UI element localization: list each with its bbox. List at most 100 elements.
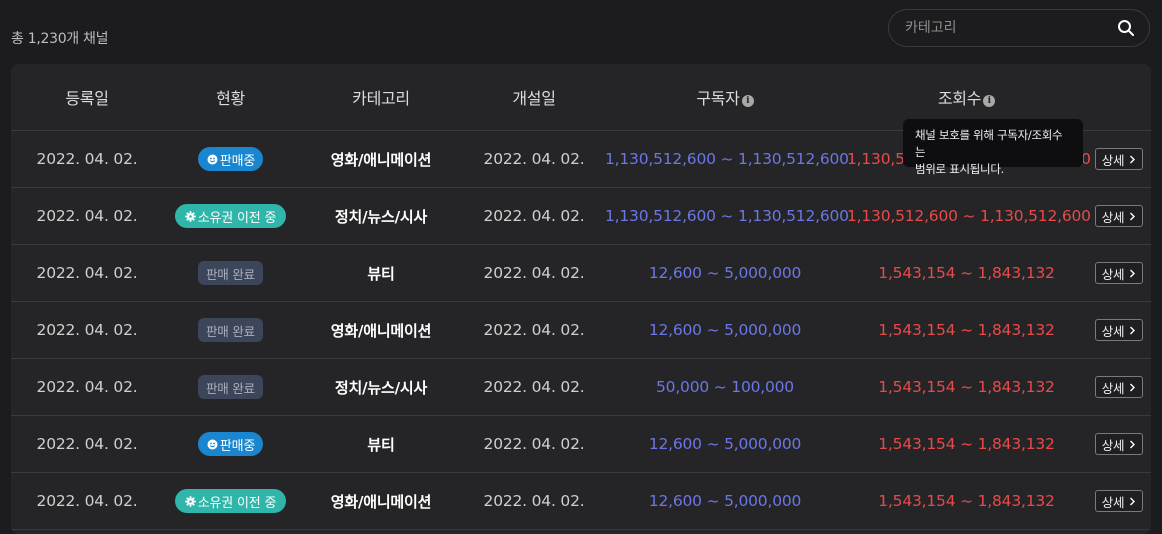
status-badge: 판매중: [197, 147, 264, 171]
chevron-right-icon: [1129, 326, 1136, 335]
status-badge: 소유권 이전 중: [174, 204, 287, 228]
action-cell: 상세: [1087, 301, 1151, 359]
smile-icon: [207, 154, 218, 165]
category-search: [888, 9, 1150, 47]
chevron-right-icon: [1129, 269, 1136, 278]
registered-date: 2022. 04. 02.: [11, 358, 163, 416]
header-registered: 등록일: [11, 64, 163, 131]
status-badge: 판매 완료: [198, 261, 263, 285]
status-cell: 소유권 이전 중: [163, 187, 298, 245]
action-cell: 상세: [1087, 415, 1151, 473]
view-range: 1,543,154 ~ 1,843,132: [846, 358, 1087, 416]
range-info-tooltip: 채널 보호를 위해 구독자/조회수는 범위로 표시됩니다.: [903, 119, 1083, 176]
search-icon[interactable]: [1117, 19, 1135, 37]
chevron-right-icon: [1129, 155, 1136, 164]
detail-label: 상세: [1101, 152, 1125, 168]
info-icon[interactable]: i: [983, 95, 996, 107]
detail-button[interactable]: 상세: [1094, 319, 1144, 341]
gear-icon: [185, 210, 196, 222]
detail-label: 상세: [1101, 209, 1125, 225]
tooltip-line-2: 범위로 표시됩니다.: [915, 162, 1004, 176]
action-cell: 상세: [1087, 358, 1151, 416]
detail-button[interactable]: 상세: [1094, 376, 1144, 398]
status-label: 판매 완료: [206, 380, 255, 396]
opened-date: 2022. 04. 02.: [464, 187, 604, 245]
detail-label: 상세: [1101, 380, 1125, 396]
status-label: 소유권 이전 중: [197, 210, 277, 226]
channel-count: 총 1,230개 채널: [11, 31, 109, 47]
detail-label: 상세: [1101, 323, 1125, 339]
status-label: 판매 완료: [206, 323, 255, 339]
chevron-right-icon: [1129, 497, 1136, 506]
opened-date: 2022. 04. 02.: [464, 358, 604, 416]
view-range: 1,543,154 ~ 1,843,132: [846, 244, 1087, 302]
detail-button[interactable]: 상세: [1094, 433, 1144, 455]
status-badge: 판매 완료: [198, 375, 263, 399]
view-range: 1,130,512,600 ~ 1,130,512,600: [846, 187, 1091, 245]
subscriber-range: 1,130,512,600 ~ 1,130,512,600: [604, 130, 849, 188]
status-label: 판매 완료: [206, 266, 255, 282]
subscriber-range: 1,130,512,600 ~ 1,130,512,600: [604, 187, 849, 245]
registered-date: 2022. 04. 02.: [11, 301, 163, 359]
tooltip-line-1: 채널 보호를 위해 구독자/조회수는: [915, 128, 1063, 159]
header-subscribers: 구독자 i: [604, 64, 846, 131]
table-row: 2022. 04. 02. 판매 완료 정치/뉴스/시사 2022. 04. 02. 5…: [11, 358, 1151, 416]
detail-button[interactable]: 상세: [1094, 490, 1144, 512]
chevron-right-icon: [1129, 212, 1136, 221]
header-status: 현황: [163, 64, 298, 131]
detail-label: 상세: [1101, 494, 1125, 510]
action-cell: 상세: [1087, 187, 1151, 245]
opened-date: 2022. 04. 02.: [464, 301, 604, 359]
detail-label: 상세: [1101, 266, 1125, 282]
table-row: 2022. 04. 02. 판매중 뷰티 2022. 04. 02. 12,600 ~ …: [11, 415, 1151, 473]
status-cell: 판매중: [163, 415, 298, 473]
category-cell: 영화/애니메이션: [298, 130, 464, 188]
header-action: [1087, 64, 1151, 131]
view-range: 1,543,154 ~ 1,843,132: [846, 415, 1087, 473]
category-cell: 뷰티: [298, 244, 464, 302]
registered-date: 2022. 04. 02.: [11, 244, 163, 302]
table-row: 2022. 04. 02. 소유권 이전 중 정치/뉴스/시사 2022. 04. 0…: [11, 187, 1151, 245]
subscriber-range: 50,000 ~ 100,000: [604, 358, 846, 416]
registered-date: 2022. 04. 02.: [11, 187, 163, 245]
category-cell: 정치/뉴스/시사: [298, 358, 464, 416]
status-label: 판매중: [219, 438, 256, 454]
info-icon[interactable]: i: [741, 95, 754, 107]
status-label: 판매중: [219, 153, 256, 169]
subscriber-range: 12,600 ~ 5,000,000: [604, 244, 846, 302]
status-cell: 판매중: [163, 130, 298, 188]
status-badge: 소유권 이전 중: [174, 489, 287, 513]
header-category: 카테고리: [298, 64, 464, 131]
opened-date: 2022. 04. 02.: [464, 130, 604, 188]
view-range: 1,543,154 ~ 1,843,132: [846, 301, 1087, 359]
header-views-label: 조회수: [937, 89, 982, 108]
header-opened: 개설일: [464, 64, 604, 131]
detail-button[interactable]: 상세: [1094, 148, 1144, 170]
category-cell: 영화/애니메이션: [298, 301, 464, 359]
status-badge: 판매 완료: [198, 318, 263, 342]
header-subscribers-label: 구독자: [696, 89, 740, 108]
table-row: 2022. 04. 02. 판매 완료 뷰티 2022. 04. 02. 12,600 …: [11, 244, 1151, 302]
detail-button[interactable]: 상세: [1094, 205, 1144, 227]
status-badge: 판매중: [197, 432, 264, 456]
registered-date: 2022. 04. 02.: [11, 130, 163, 188]
table-row: 2022. 04. 02. 판매 완료 영화/애니메이션 2022. 04. 02. 1…: [11, 301, 1151, 359]
detail-button[interactable]: 상세: [1094, 262, 1144, 284]
status-cell: 판매 완료: [163, 244, 298, 302]
detail-label: 상세: [1101, 437, 1125, 453]
registered-date: 2022. 04. 02.: [11, 415, 163, 473]
search-input[interactable]: [889, 9, 1117, 47]
opened-date: 2022. 04. 02.: [464, 244, 604, 302]
gear-icon: [185, 495, 196, 507]
subscriber-range: 12,600 ~ 5,000,000: [604, 415, 846, 473]
category-cell: 정치/뉴스/시사: [298, 187, 464, 245]
subscriber-range: 12,600 ~ 5,000,000: [604, 301, 846, 359]
smile-icon: [207, 439, 218, 450]
action-cell: 상세: [1087, 244, 1151, 302]
chevron-right-icon: [1129, 440, 1136, 449]
chevron-right-icon: [1129, 383, 1136, 392]
category-cell: 뷰티: [298, 415, 464, 473]
status-label: 소유권 이전 중: [197, 495, 277, 511]
status-cell: 판매 완료: [163, 358, 298, 416]
status-cell: 판매 완료: [163, 301, 298, 359]
